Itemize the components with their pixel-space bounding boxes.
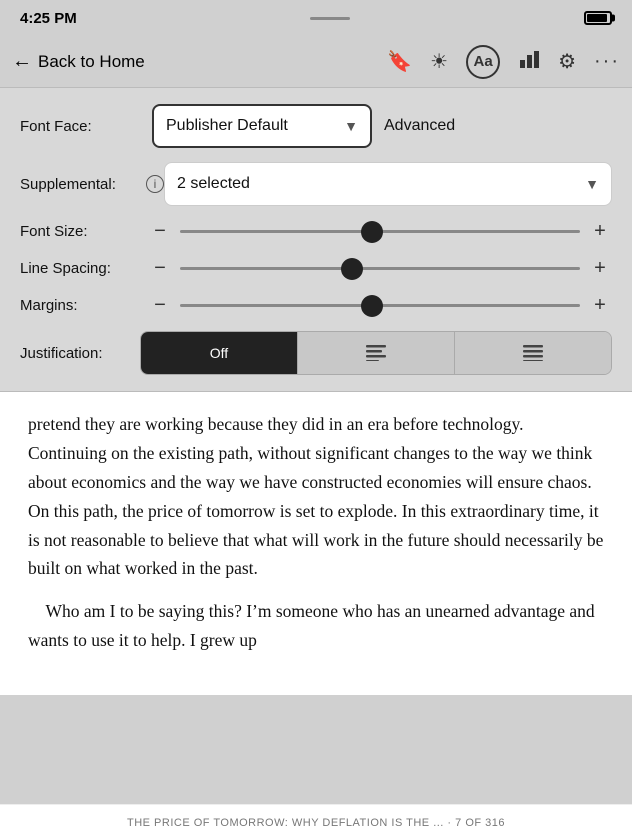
advanced-label[interactable]: Advanced — [384, 117, 455, 135]
line-spacing-decrease-button[interactable]: − — [148, 257, 172, 280]
justification-label: Justification: — [20, 345, 140, 362]
chart-icon[interactable] — [518, 48, 540, 76]
font-face-value: Publisher Default — [166, 117, 288, 135]
status-center-indicator — [310, 17, 350, 20]
nav-right-actions: 🔖 ☀ Aa ⚙ ··· — [387, 45, 620, 79]
font-settings-icon[interactable]: Aa — [466, 45, 500, 79]
brightness-icon[interactable]: ☀ — [430, 49, 448, 74]
supplemental-dropdown[interactable]: 2 selected ▼ — [164, 162, 612, 206]
back-arrow-icon: ← — [12, 50, 32, 73]
line-spacing-row: Line Spacing: − + — [20, 257, 612, 280]
supplemental-label-group: Supplemental: i — [20, 175, 164, 193]
font-size-label: Font Size: — [20, 223, 140, 240]
status-time: 4:25 PM — [20, 10, 77, 27]
supplemental-value: 2 selected — [177, 175, 250, 193]
info-icon[interactable]: i — [146, 175, 164, 193]
supplemental-row: Supplemental: i 2 selected ▼ — [20, 162, 612, 206]
bookmark-icon[interactable]: 🔖 — [387, 49, 412, 74]
battery-icon — [584, 11, 612, 25]
status-bar: 4:25 PM — [0, 0, 632, 36]
justification-off-button[interactable]: Off — [141, 332, 298, 374]
font-size-increase-button[interactable]: + — [588, 220, 612, 243]
line-spacing-increase-button[interactable]: + — [588, 257, 612, 280]
back-button[interactable]: ← Back to Home — [12, 50, 145, 73]
gear-icon[interactable]: ⚙ — [558, 49, 576, 74]
line-spacing-thumb[interactable] — [341, 258, 363, 280]
font-face-label: Font Face: — [20, 118, 140, 135]
font-dropdown-arrow-icon: ▼ — [344, 118, 358, 134]
book-footer-text: THE PRICE OF TOMORROW: WHY DEFLATION IS … — [127, 817, 505, 829]
justification-row: Justification: Off — [20, 331, 612, 375]
font-size-thumb[interactable] — [361, 221, 383, 243]
margins-increase-button[interactable]: + — [588, 294, 612, 317]
line-spacing-slider[interactable] — [180, 267, 580, 270]
margins-thumb[interactable] — [361, 295, 383, 317]
justification-left-button[interactable] — [298, 332, 455, 374]
nav-bar: ← Back to Home 🔖 ☀ Aa ⚙ ··· — [0, 36, 632, 88]
margins-label: Margins: — [20, 297, 140, 314]
reading-paragraph-2: Who am I to be saying this? I’m someone … — [28, 597, 604, 655]
more-options-icon[interactable]: ··· — [594, 50, 620, 73]
font-face-dropdown[interactable]: Publisher Default ▼ — [152, 104, 372, 148]
font-size-slider[interactable] — [180, 230, 580, 233]
supplemental-label: Supplemental: — [20, 176, 140, 193]
status-right-icons — [584, 11, 612, 25]
font-size-decrease-button[interactable]: − — [148, 220, 172, 243]
battery-fill — [587, 14, 607, 22]
font-face-row: Font Face: Publisher Default ▼ Advanced — [20, 104, 612, 148]
back-label: Back to Home — [38, 52, 145, 72]
margins-row: Margins: − + — [20, 294, 612, 317]
settings-panel: Font Face: Publisher Default ▼ Advanced … — [0, 88, 632, 392]
font-size-row: Font Size: − + — [20, 220, 612, 243]
margins-slider[interactable] — [180, 304, 580, 307]
book-footer: THE PRICE OF TOMORROW: WHY DEFLATION IS … — [0, 804, 632, 840]
margins-decrease-button[interactable]: − — [148, 294, 172, 317]
line-spacing-label: Line Spacing: — [20, 260, 140, 277]
reading-text: pretend they are working because they di… — [28, 410, 604, 655]
reading-area: pretend they are working because they di… — [0, 392, 632, 695]
justification-full-button[interactable] — [455, 332, 611, 374]
reading-paragraph-1: pretend they are working because they di… — [28, 410, 604, 583]
justification-buttons: Off — [140, 331, 612, 375]
supplemental-dropdown-arrow-icon: ▼ — [585, 176, 599, 192]
